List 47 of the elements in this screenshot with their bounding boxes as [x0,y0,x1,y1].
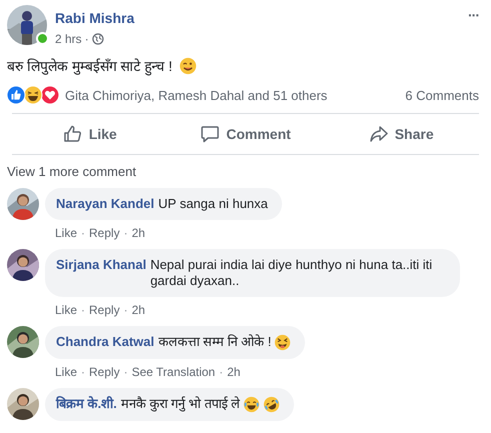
comment-action-link[interactable]: Like [55,365,78,379]
separator-dot: · [84,32,89,46]
rolling-laughing-icon [262,396,280,413]
share-arrow-icon [368,124,389,144]
comment-text: मनकै कुरा गर्नु भो तपाई ले [120,396,240,412]
commenter-name[interactable]: Chandra Katwal [56,334,154,350]
comment-action-link[interactable]: Like [55,303,78,317]
comment-text: Nepal purai india lai diye hunthyo ni huna ta..iti iti gardai dyaxan.. [150,257,434,289]
share-button[interactable]: Share [323,118,480,150]
separator-dot: · [124,226,128,240]
comment-action-link[interactable]: Reply [89,365,120,379]
commenter-name[interactable]: बिक्रम के.शी. [56,396,117,412]
comment-count-link[interactable]: 6 Comments [405,88,479,102]
separator-dot: · [81,365,86,379]
comment-text: UP sanga ni hunxa [158,196,268,212]
globe-icon [92,33,104,45]
like-reaction-icon [6,85,26,105]
comment-text: कलकत्ता सम्म नि ओके ! [158,334,272,350]
laughing-reaction-icon [23,85,43,105]
commenter-name[interactable]: Narayan Kandel [56,196,154,212]
separator-dot: · [219,365,224,379]
commenter-name[interactable]: Sirjana Khanal [56,257,146,273]
comment-time[interactable]: 2h [227,365,240,379]
separator-dot: · [124,303,128,317]
separator-dot: · [81,226,86,240]
comment-time[interactable]: 2h [132,303,146,317]
heart-reaction-icon [40,85,60,105]
reaction-names-link[interactable]: Gita Chimoriya, Ramesh Dahal and 51 others [65,88,406,102]
more-options-button[interactable]: ··· [466,5,481,25]
separator-dot: · [81,303,86,317]
comment-action-link[interactable]: See Translation [132,365,216,379]
comment-action-link[interactable]: Like [55,226,78,240]
comment-action-link[interactable]: Reply [89,226,120,240]
comment-action-link[interactable]: Reply [89,303,120,317]
thumbs-up-icon [62,124,83,144]
comment-time[interactable]: 2h [132,226,146,240]
separator-dot: · [124,365,128,379]
winking-face-icon [179,56,198,74]
author-name[interactable]: Rabi Mishra [55,10,458,26]
speech-bubble-icon [200,124,220,144]
post-time[interactable]: 2 hrs [55,32,82,46]
post-text: बरु लिपुलेक मुम्बईसँग साटे हुन्च ! [7,57,172,75]
comment-button[interactable]: Comment [168,118,324,150]
tears-of-joy-icon [242,396,260,413]
like-button[interactable]: Like [12,118,168,150]
squinting-tongue-icon [274,334,292,351]
view-more-comments-link[interactable]: View 1 more comment [7,164,136,179]
